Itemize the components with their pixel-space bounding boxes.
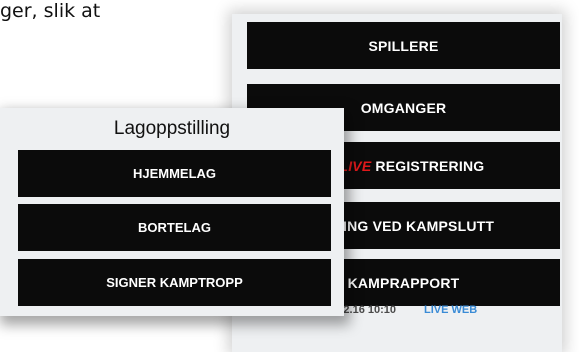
sign-squad-button[interactable]: SIGNER KAMPTROPP <box>18 259 331 306</box>
lineup-panel: Lagoppstilling HJEMMELAG BORTELAG SIGNER… <box>0 108 344 316</box>
live-label: LIVE <box>339 157 372 174</box>
menu-button-live-suffix: REGISTRERING <box>375 157 485 174</box>
screenshot-stage: ger, slik at SPILLERE OMGANGER IL LIVE R… <box>0 0 579 352</box>
away-team-button[interactable]: BORTELAG <box>18 204 331 251</box>
live-web-link[interactable]: LIVE WEB <box>424 304 477 316</box>
document-text-fragment: ger, slik at <box>0 0 101 22</box>
home-team-button[interactable]: HJEMMELAG <box>18 150 331 197</box>
menu-footer: 22.02.16 10:10 LIVE WEB <box>322 304 477 316</box>
menu-button-spillere[interactable]: SPILLERE <box>247 22 560 69</box>
lineup-panel-title: Lagoppstilling <box>113 118 231 139</box>
